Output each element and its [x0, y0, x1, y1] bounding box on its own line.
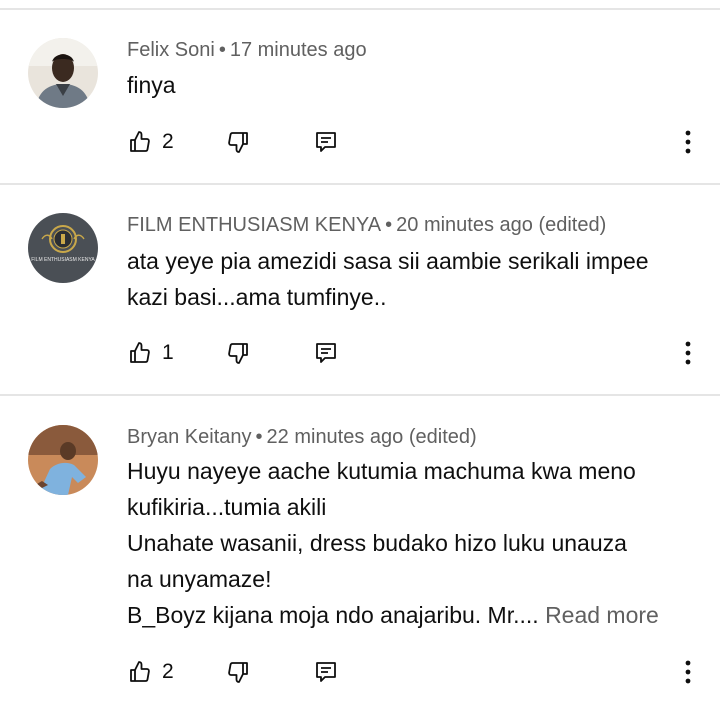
more-vert-icon	[685, 660, 691, 684]
reply-comment-icon	[316, 343, 336, 363]
comment-actions: 1	[0, 333, 720, 373]
comment-author[interactable]: FILM ENTHUSIASM KENYA	[127, 214, 381, 236]
thumb-down-icon	[228, 662, 248, 683]
comment-line: na unyamaze!	[127, 566, 272, 592]
comment-author[interactable]: Felix Soni	[127, 39, 215, 61]
comment-meta: FILM ENTHUSIASM KENYA • 20 minutes ago (ed…	[127, 214, 606, 237]
comment-line: B_Boyz kijana moja ndo anajaribu. Mr....…	[127, 597, 702, 633]
comment-meta: Bryan Keitany • 22 minutes ago (edited)	[127, 426, 477, 449]
like-count: 1	[162, 341, 174, 364]
like-button[interactable]: 1	[128, 333, 174, 373]
thumb-up-icon	[130, 131, 150, 152]
comment-line: Huyu nayeye aache kutumia machuma kwa me…	[127, 458, 636, 484]
thumb-up-icon	[130, 342, 150, 363]
avatar[interactable]: FILM ENTHUSIASM KENYA	[28, 213, 98, 283]
avatar[interactable]	[28, 425, 98, 495]
more-vert-icon	[685, 130, 691, 154]
comment-text: ata yeye pia amezidi sasa sii aambie ser…	[127, 243, 702, 315]
top-divider	[0, 8, 720, 10]
comment-line-text: B_Boyz kijana moja ndo anajaribu. Mr....	[127, 602, 546, 628]
reply-comment-icon	[316, 662, 336, 682]
thumb-up-icon	[130, 661, 150, 682]
meta-separator: •	[255, 426, 263, 448]
dislike-button[interactable]	[226, 333, 250, 373]
avatar[interactable]	[28, 38, 98, 108]
reply-button[interactable]	[314, 122, 338, 162]
comment-line: kufikiria...tumia akili	[127, 494, 327, 520]
footballer-photo-icon	[28, 425, 98, 495]
comment-text: Huyu nayeye aache kutumia machuma kwa me…	[127, 453, 702, 633]
like-count: 2	[162, 660, 174, 683]
film-enthusiasm-kenya-logo-icon	[28, 213, 98, 283]
read-more-link[interactable]: Read more	[545, 602, 659, 628]
thumb-down-icon	[228, 132, 248, 153]
comment-divider	[0, 394, 720, 396]
more-options-button[interactable]	[676, 333, 700, 373]
comment-time[interactable]: 17 minutes ago	[230, 39, 367, 61]
more-options-button[interactable]	[676, 652, 700, 692]
avatar-logo-text: FILM ENTHUSIASM KENYA	[31, 257, 95, 263]
comment-author[interactable]: Bryan Keitany	[127, 426, 252, 448]
thumb-down-icon	[228, 343, 248, 364]
comment-time[interactable]: 20 minutes ago (edited)	[396, 214, 606, 236]
reply-button[interactable]	[314, 333, 338, 373]
like-button[interactable]: 2	[128, 122, 174, 162]
comment-time[interactable]: 22 minutes ago (edited)	[267, 426, 477, 448]
meta-separator: •	[218, 39, 226, 61]
comment-meta: Felix Soni • 17 minutes ago	[127, 39, 367, 62]
comment-line: finya	[127, 72, 176, 98]
more-options-button[interactable]	[676, 122, 700, 162]
comment-text: finya	[127, 67, 702, 103]
like-count: 2	[162, 130, 174, 153]
comment-line: Unahate wasanii, dress budako hizo luku …	[127, 530, 627, 556]
comment-line: ata yeye pia amezidi sasa sii aambie ser…	[127, 248, 649, 274]
comment-line: kazi basi...ama tumfinye..	[127, 284, 387, 310]
reply-comment-icon	[316, 132, 336, 152]
like-button[interactable]: 2	[128, 652, 174, 692]
comment-divider	[0, 183, 720, 185]
dislike-button[interactable]	[226, 652, 250, 692]
dislike-button[interactable]	[226, 122, 250, 162]
comment-actions: 2	[0, 122, 720, 162]
reply-button[interactable]	[314, 652, 338, 692]
person-photo-icon	[28, 38, 98, 108]
comment-actions: 2	[0, 652, 720, 692]
more-vert-icon	[685, 341, 691, 365]
meta-separator: •	[385, 214, 393, 236]
